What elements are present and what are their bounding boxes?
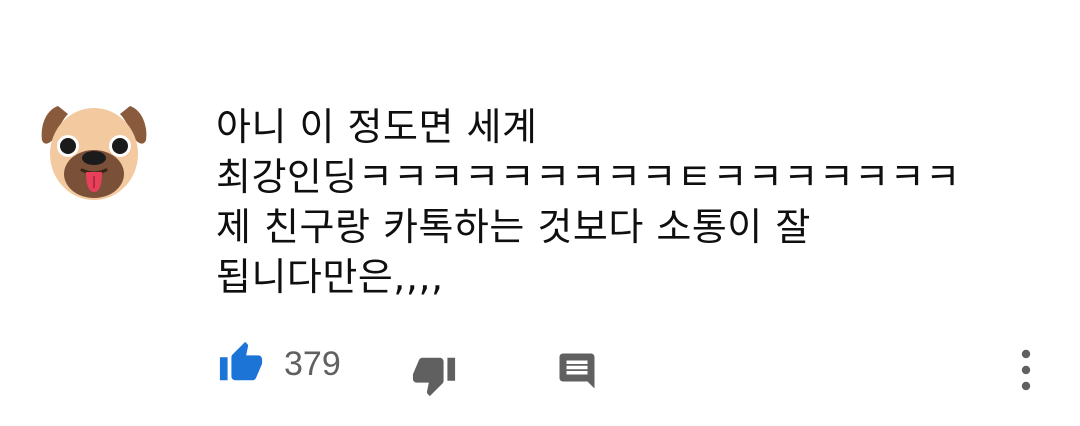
reply-comment-icon [559, 353, 595, 389]
reply-button[interactable] [556, 350, 598, 392]
like-count: 379 [284, 345, 341, 383]
comment-text-line: 됩니다만은,,,, [216, 255, 444, 299]
comment-text-line: 최강인딩ㅋㅋㅋㅋㅋㅋㅋㅋㅋㅌㅋㅋㅋㅋㅋㅋㅋ [216, 155, 961, 199]
thumbs-up-icon [219, 341, 263, 381]
user-avatar[interactable] [38, 96, 150, 208]
comment-item: 아니 이 정도면 세계 최강인딩ㅋㅋㅋㅋㅋㅋㅋㅋㅋㅌㅋㅋㅋㅋㅋㅋㅋ 제 친구랑 … [0, 0, 1080, 426]
comment-text: 아니 이 정도면 세계 최강인딩ㅋㅋㅋㅋㅋㅋㅋㅋㅋㅌㅋㅋㅋㅋㅋㅋㅋ 제 친구랑 … [216, 102, 1046, 302]
thumbs-down-icon [412, 357, 456, 397]
comment-text-line: 제 친구랑 카톡하는 것보다 소통이 잘 [216, 205, 811, 249]
dislike-button[interactable] [410, 352, 458, 398]
more-vertical-icon [1021, 349, 1031, 391]
more-options-button[interactable] [1012, 348, 1040, 392]
like-button[interactable] [218, 340, 264, 386]
comment-text-line: 아니 이 정도면 세계 [216, 105, 538, 149]
pug-avatar-icon [41, 106, 147, 200]
